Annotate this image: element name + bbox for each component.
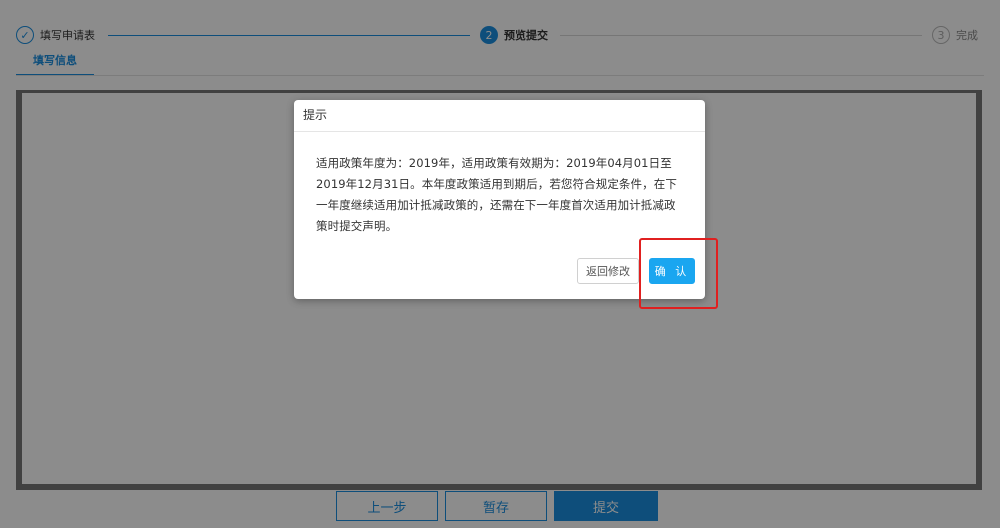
return-modify-button[interactable]: 返回修改 bbox=[577, 258, 639, 284]
dialog-title: 提示 bbox=[294, 100, 705, 132]
confirm-highlight-box bbox=[639, 238, 718, 309]
dialog-message: 适用政策年度为：2019年，适用政策有效期为：2019年04月01日至2019年… bbox=[316, 156, 677, 233]
